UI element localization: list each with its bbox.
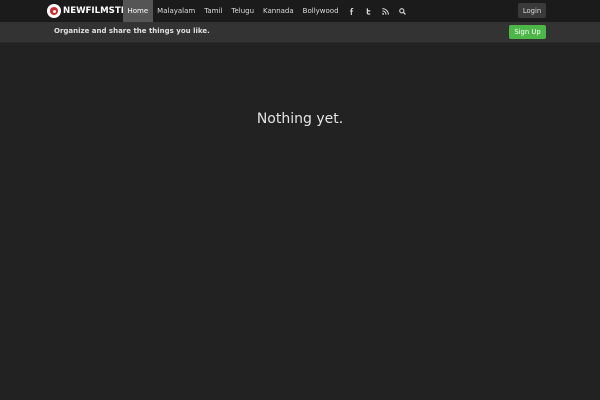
top-navbar: NEWFILMSTILLS Home Malayalam Tamil Telug… <box>0 0 600 22</box>
empty-state-message: Nothing yet. <box>256 111 344 127</box>
tagline-text: Organize and share the things you like. <box>54 27 210 35</box>
film-reel-icon <box>47 4 61 18</box>
nav-item-tamil[interactable]: Tamil <box>200 0 227 22</box>
nav-item-malayalam[interactable]: Malayalam <box>153 0 200 22</box>
nav-item-telugu[interactable]: Telugu <box>227 0 259 22</box>
nav-item-home[interactable]: Home <box>123 0 153 22</box>
search-icon[interactable] <box>394 0 411 22</box>
signup-button[interactable]: Sign Up <box>509 25 546 39</box>
facebook-icon[interactable] <box>343 0 360 22</box>
signup-banner: Organize and share the things you like. … <box>0 22 600 43</box>
login-button[interactable]: Login <box>518 3 546 18</box>
main-nav: Home Malayalam Tamil Telugu Kannada Boll… <box>123 0 411 22</box>
rss-icon[interactable] <box>377 0 394 22</box>
twitter-icon[interactable] <box>360 0 377 22</box>
nav-item-bollywood[interactable]: Bollywood <box>298 0 343 22</box>
nav-item-kannada[interactable]: Kannada <box>259 0 299 22</box>
